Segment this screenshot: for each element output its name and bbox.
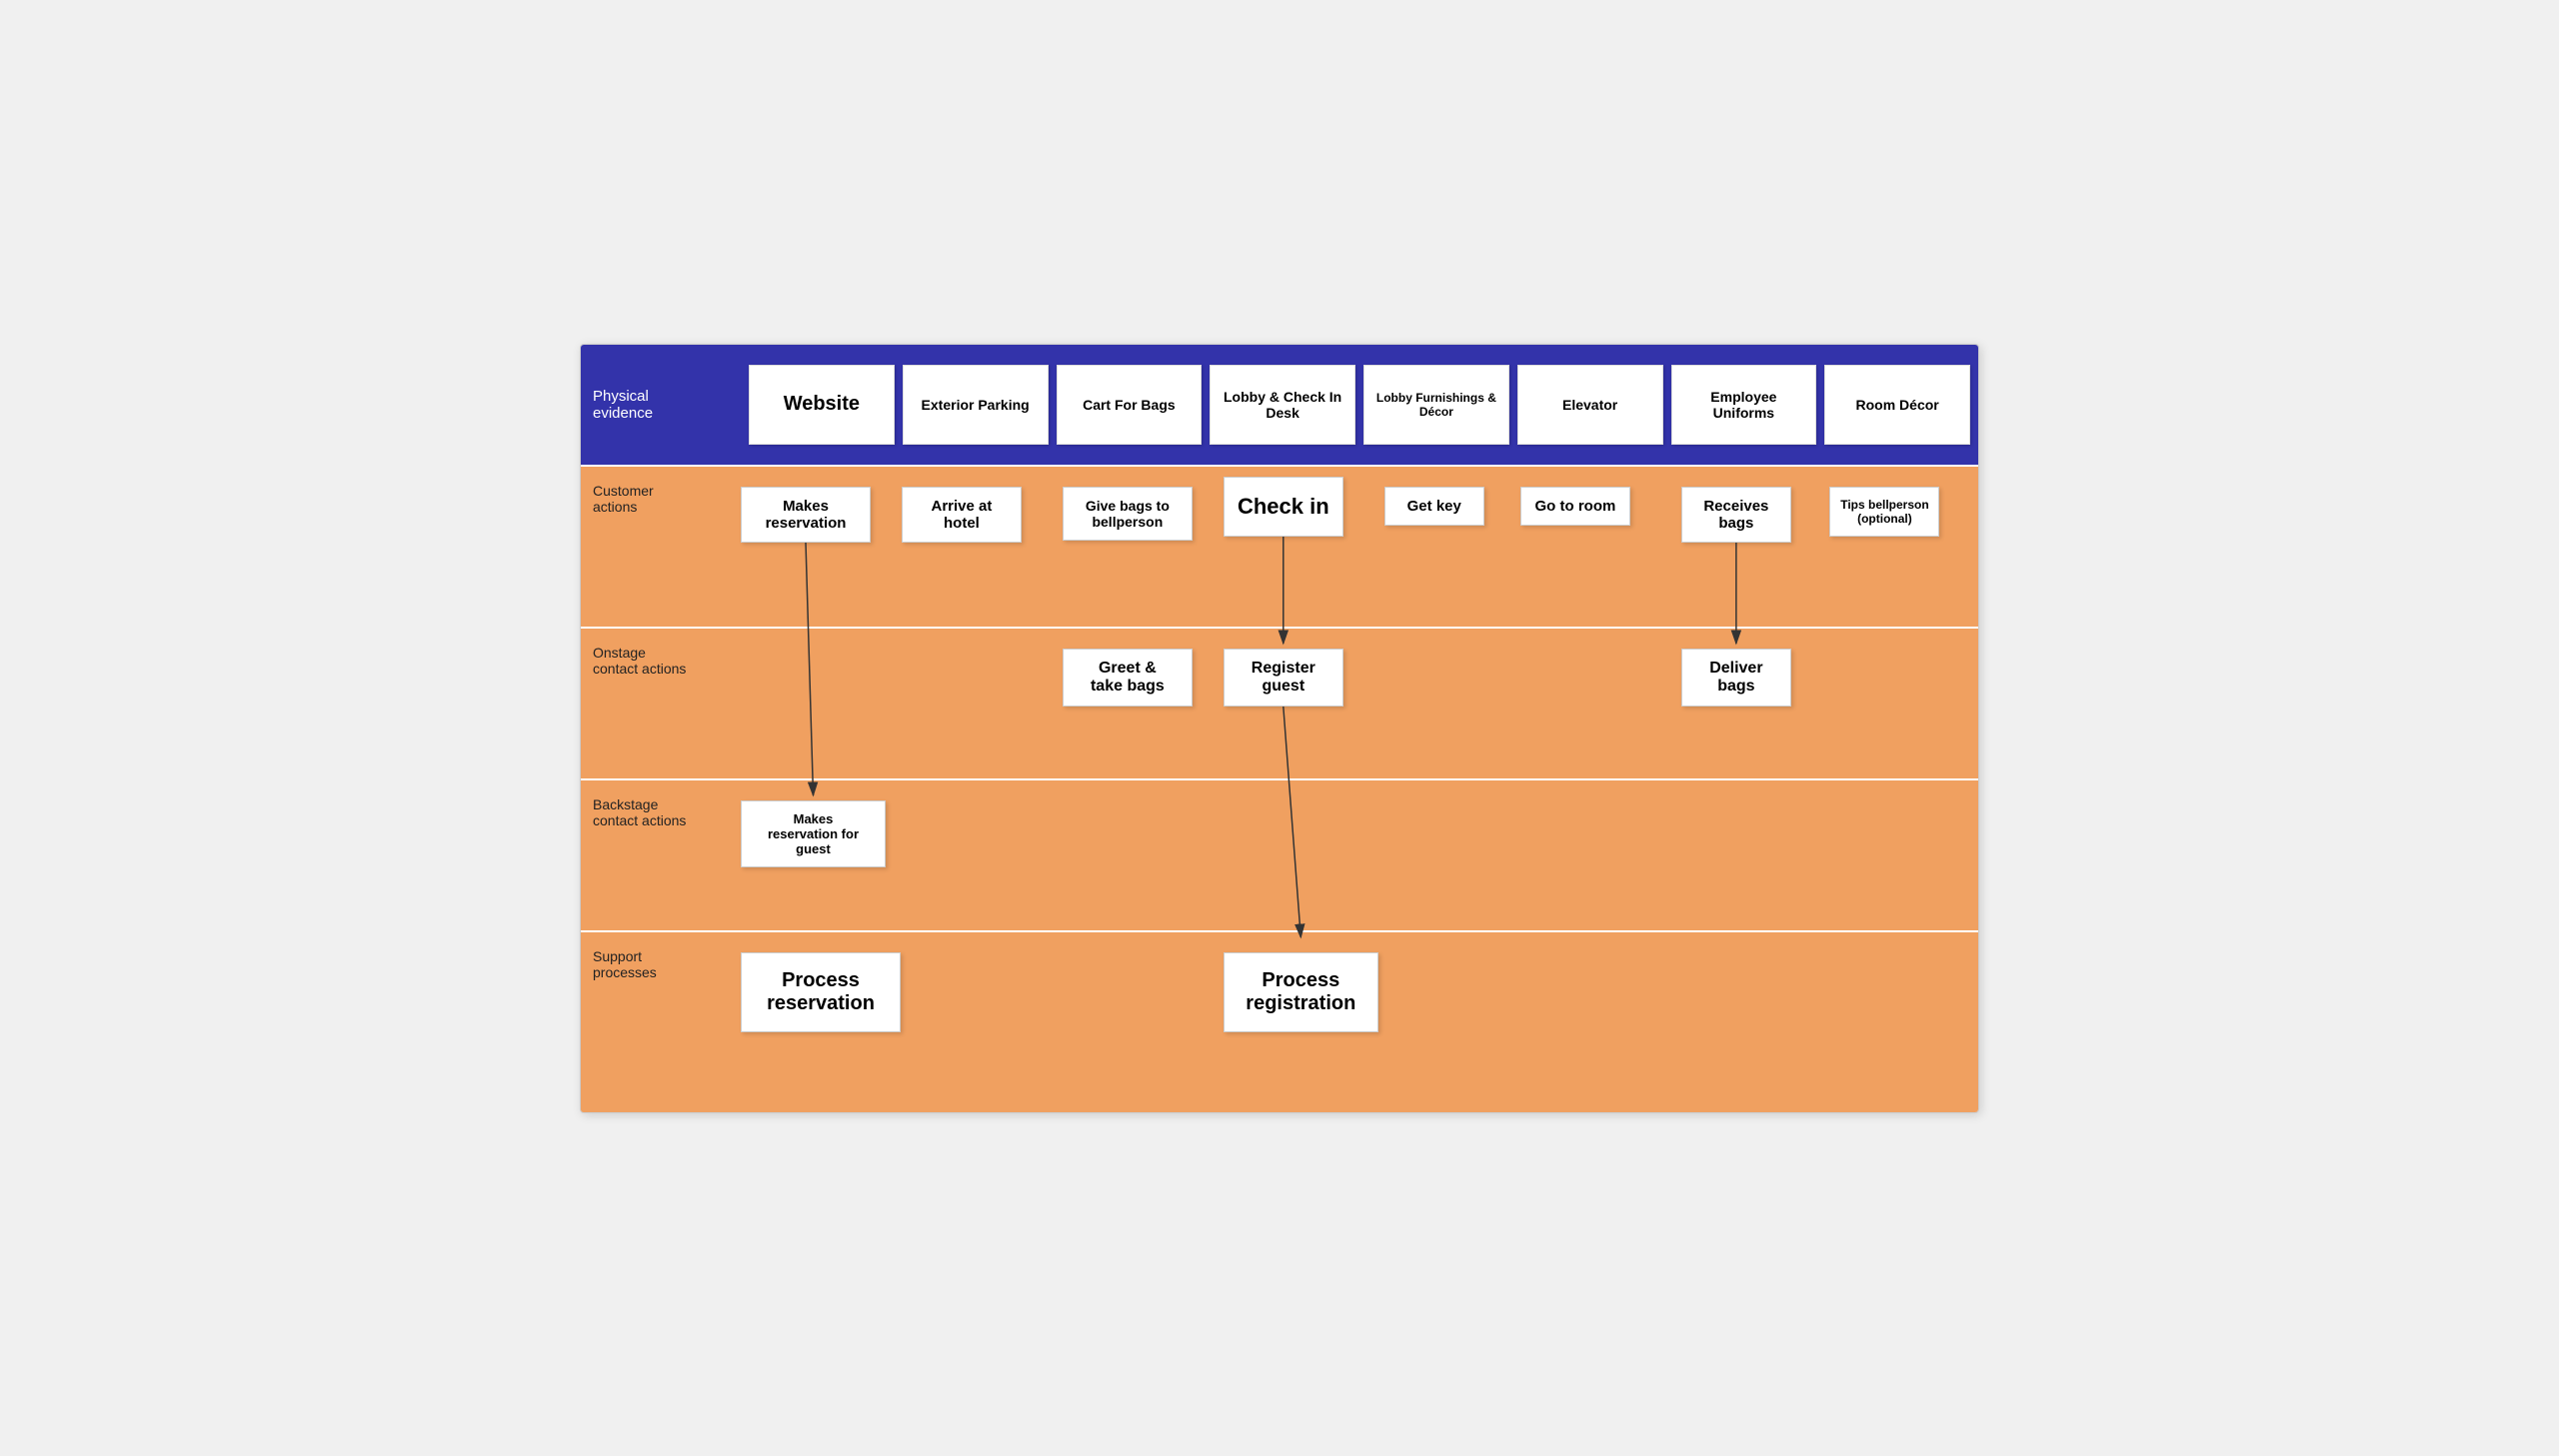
evidence-card-website: Website [749, 365, 895, 445]
action-makes-reservation: Makesreservation [741, 487, 871, 543]
backstage-row: Backstagecontact actions Makesreservatio… [581, 778, 1978, 930]
backstage-content: Makesreservation forguest [741, 780, 1978, 930]
action-receives-bags: Receivesbags [1681, 487, 1791, 543]
evidence-card-lobby-desk: Lobby & Check In Desk [1210, 365, 1355, 445]
action-give-bags: Give bags tobellperson [1063, 487, 1193, 541]
action-tips: Tips bellperson(optional) [1829, 487, 1939, 537]
customer-actions-row: Customeractions Makesreservation Arrive … [581, 465, 1978, 627]
onstage-label: Onstagecontact actions [581, 629, 741, 778]
evidence-card-lobby-furnish: Lobby Furnishings & Décor [1363, 365, 1509, 445]
action-process-reservation: Processreservation [741, 952, 901, 1032]
evidence-card-room-decor: Room Décor [1824, 365, 1970, 445]
evidence-card-elevator: Elevator [1517, 365, 1663, 445]
action-get-key: Get key [1384, 487, 1484, 526]
customer-actions-label: Customeractions [581, 467, 741, 627]
action-arrive-hotel: Arrive athotel [902, 487, 1022, 543]
action-deliver-bags: Deliverbags [1681, 649, 1791, 707]
action-greet-bags: Greet &take bags [1063, 649, 1193, 707]
evidence-card-parking: Exterior Parking [903, 365, 1049, 445]
support-label: Supportprocesses [581, 932, 741, 1112]
action-makes-reservation-guest: Makesreservation forguest [741, 800, 886, 867]
support-row: Supportprocesses Processreservation Proc… [581, 930, 1978, 1112]
action-register-guest: Registerguest [1224, 649, 1343, 707]
support-content: Processreservation Processregistration [741, 932, 1978, 1112]
evidence-label: Physicalevidence [581, 345, 741, 465]
evidence-cards: Website Exterior Parking Cart For Bags L… [741, 345, 1978, 465]
action-process-registration: Processregistration [1224, 952, 1378, 1032]
service-blueprint: Physicalevidence Website Exterior Parkin… [580, 344, 1979, 1113]
evidence-row: Physicalevidence Website Exterior Parkin… [581, 345, 1978, 465]
onstage-content: Greet &take bags Registerguest Deliverba… [741, 629, 1978, 778]
action-check-in: Check in [1224, 477, 1343, 537]
onstage-row: Onstagecontact actions Greet &take bags … [581, 627, 1978, 778]
evidence-card-cart: Cart For Bags [1057, 365, 1203, 445]
evidence-card-uniforms: Employee Uniforms [1671, 365, 1817, 445]
backstage-label: Backstagecontact actions [581, 780, 741, 930]
action-go-to-room: Go to room [1520, 487, 1630, 526]
customer-actions-content: Makesreservation Arrive athotel Give bag… [741, 467, 1978, 627]
